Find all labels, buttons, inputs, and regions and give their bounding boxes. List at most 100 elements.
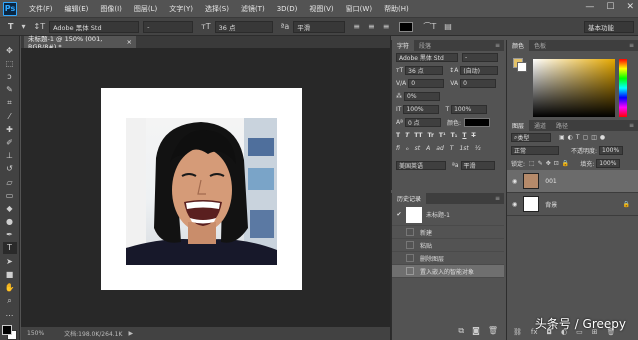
new-document-from-state-icon[interactable]: ⧉ — [458, 326, 464, 336]
tab-paragraph[interactable]: 段落 — [414, 40, 436, 51]
discretionary-ligatures-button[interactable]: st — [415, 145, 420, 152]
font-style-select[interactable]: - — [143, 20, 194, 33]
quick-select-tool-icon[interactable]: ✎ — [3, 84, 17, 97]
anti-alias-select[interactable]: 平滑 — [293, 20, 346, 33]
small-caps-button[interactable]: Tr — [428, 132, 434, 139]
layer-filter-icons[interactable]: ▣◐T▢◫● — [559, 134, 608, 141]
panel-menu-icon[interactable]: ≡ — [495, 42, 504, 49]
char-leading-field[interactable]: (自动) — [460, 66, 499, 75]
char-font-style-select[interactable]: - — [462, 53, 498, 62]
underline-button[interactable]: T — [462, 132, 466, 139]
eraser-tool-icon[interactable]: ▱ — [3, 176, 17, 189]
panel-menu-icon[interactable]: ≡ — [495, 195, 504, 202]
menu-edit[interactable]: 编辑(E) — [59, 4, 95, 14]
toggle-text-orientation-icon[interactable]: ↕T — [33, 22, 45, 31]
language-select[interactable]: 美国英语 — [396, 161, 446, 170]
char-hscale-field[interactable]: 100% — [451, 105, 488, 114]
history-item[interactable]: 新建 — [392, 226, 504, 239]
trash-icon[interactable]: 🗑 — [488, 326, 498, 336]
menu-type[interactable]: 文字(Y) — [163, 4, 199, 14]
tab-history[interactable]: 历史记录 — [392, 193, 427, 204]
swash-button[interactable]: A — [426, 145, 430, 152]
lock-icon[interactable]: 🔒 — [623, 201, 630, 208]
snapshot-camera-icon[interactable]: ◙ — [472, 326, 480, 336]
history-brush-tool-icon[interactable]: ↺ — [3, 163, 17, 176]
menu-file[interactable]: 文件(F) — [23, 4, 59, 14]
lock-icons[interactable]: ⬚✎✥⊡🔒 — [529, 160, 572, 167]
char-tracking-field[interactable]: 0 — [460, 79, 497, 88]
blend-mode-select[interactable]: 正常 — [511, 146, 559, 155]
menu-filter[interactable]: 滤镜(T) — [235, 4, 271, 14]
pen-tool-icon[interactable]: ✒ — [3, 228, 17, 241]
tab-character[interactable]: 字符 — [392, 40, 415, 51]
old-style-button[interactable]: ℴ — [406, 145, 409, 152]
ligatures-button[interactable]: fi — [396, 145, 400, 152]
panel-menu-icon[interactable]: ≡ — [629, 122, 638, 129]
align-center-icon[interactable]: ≡ — [368, 22, 375, 31]
char-kerning-field[interactable]: 0 — [408, 79, 445, 88]
menu-image[interactable]: 图像(I) — [94, 4, 128, 14]
menu-help[interactable]: 帮助(H) — [378, 4, 415, 14]
rectangle-tool-icon[interactable]: ■ — [3, 268, 17, 281]
tab-channels[interactable]: 通道 — [529, 120, 551, 131]
layer-row[interactable]: ◉ 001 — [507, 170, 638, 193]
status-arrow-icon[interactable]: ▶ — [128, 330, 133, 337]
brush-tool-icon[interactable]: ✐ — [3, 136, 17, 149]
tab-paths[interactable]: 路径 — [551, 120, 573, 131]
maximize-button[interactable]: ☐ — [606, 2, 614, 12]
eye-icon[interactable]: ◉ — [512, 201, 517, 208]
close-button[interactable]: ✕ — [626, 2, 634, 12]
chevron-down-icon[interactable]: ▾ — [21, 22, 25, 31]
minimize-button[interactable]: — — [585, 2, 594, 12]
eyedropper-tool-icon[interactable]: ⁄ — [3, 110, 17, 123]
char-vscale-field[interactable]: 100% — [403, 105, 440, 114]
warp-text-icon[interactable]: ⌒T — [423, 21, 436, 32]
panel-menu-icon[interactable]: ≡ — [629, 42, 638, 49]
dodge-tool-icon[interactable]: ● — [3, 215, 17, 228]
more-tools-icon[interactable]: … — [3, 307, 17, 320]
healing-brush-tool-icon[interactable]: ✚ — [3, 123, 17, 136]
char-size-field[interactable]: 36 点 — [405, 66, 444, 75]
crop-tool-icon[interactable]: ⌗ — [3, 97, 17, 110]
stylistic-alternates-button[interactable]: ad — [436, 145, 444, 152]
layer-photo[interactable] — [126, 118, 277, 265]
menu-3d[interactable]: 3D(D) — [271, 5, 304, 13]
font-family-select[interactable]: Adobe 黑体 Std — [49, 20, 140, 33]
hue-slider[interactable] — [619, 59, 627, 117]
fill-field[interactable]: 100% — [596, 159, 621, 168]
lasso-tool-icon[interactable]: ↄ — [3, 70, 17, 83]
align-left-icon[interactable]: ≡ — [353, 22, 360, 31]
gradient-tool-icon[interactable]: ▭ — [3, 189, 17, 202]
opacity-field[interactable]: 100% — [599, 146, 624, 155]
faux-bold-button[interactable]: T — [396, 132, 400, 139]
strikethrough-button[interactable]: T — [471, 132, 475, 139]
menu-select[interactable]: 选择(S) — [199, 4, 235, 14]
layer-filter-select[interactable]: ⌕ 类型 — [511, 133, 551, 142]
clone-stamp-tool-icon[interactable]: ⊥ — [3, 149, 17, 162]
move-tool-icon[interactable]: ✥ — [3, 44, 17, 57]
bg-color-chip[interactable] — [517, 62, 527, 72]
history-snapshot[interactable]: ✔ 未标题-1 — [392, 204, 504, 226]
link-layers-icon[interactable]: ⛓ — [513, 328, 522, 336]
panels-toggle-icon[interactable]: ▤ — [444, 22, 452, 31]
align-right-icon[interactable]: ≡ — [383, 22, 390, 31]
foreground-color-swatch[interactable] — [1, 324, 12, 335]
menu-view[interactable]: 视图(V) — [303, 4, 339, 14]
type-tool-icon[interactable]: T — [8, 22, 13, 31]
blur-tool-icon[interactable]: ◆ — [3, 202, 17, 215]
char-color-swatch[interactable] — [463, 118, 490, 127]
menu-window[interactable]: 窗口(W) — [340, 4, 378, 14]
all-caps-button[interactable]: TT — [414, 132, 422, 139]
type-tool-icon[interactable]: T — [2, 241, 17, 255]
subscript-button[interactable]: T₁ — [451, 132, 458, 139]
tab-swatches[interactable]: 色板 — [529, 40, 551, 51]
char-anti-alias-select[interactable]: 平滑 — [460, 161, 495, 170]
tab-color[interactable]: 颜色 — [507, 40, 530, 51]
color-swatches[interactable] — [1, 324, 18, 340]
history-brush-source-icon[interactable]: ✔ — [392, 211, 406, 218]
marquee-tool-icon[interactable]: ⬚ — [3, 57, 17, 70]
faux-italic-button[interactable]: T — [405, 132, 409, 139]
history-item-selected[interactable]: 置入嵌入的智能对象 — [392, 265, 504, 278]
fractions-button[interactable]: ½ — [475, 145, 481, 152]
superscript-button[interactable]: T¹ — [439, 132, 446, 139]
